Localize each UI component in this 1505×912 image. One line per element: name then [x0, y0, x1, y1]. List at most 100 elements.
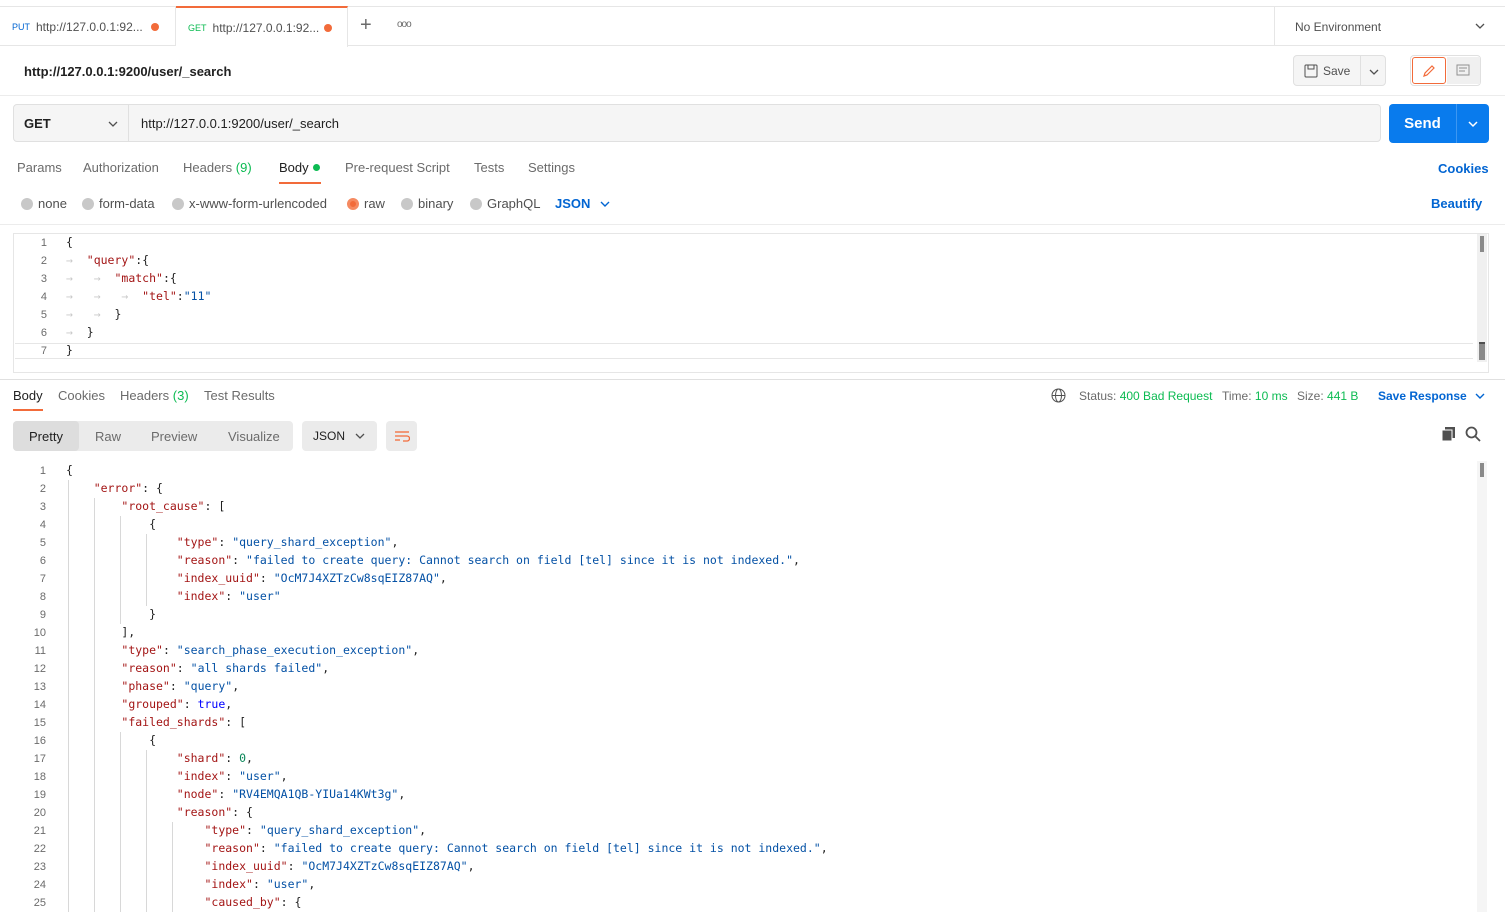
- radio-binary[interactable]: binary: [401, 196, 453, 211]
- line-number: 1: [40, 237, 47, 249]
- time-label: Time:: [1222, 389, 1252, 403]
- line-number: 23: [33, 861, 46, 873]
- chevron-down-icon: [1468, 120, 1478, 127]
- cookies-link[interactable]: Cookies: [1438, 161, 1489, 176]
- radio-label: none: [38, 196, 67, 211]
- line-number: 8: [39, 591, 46, 603]
- tab-body[interactable]: Body: [279, 160, 320, 175]
- more-tabs-icon[interactable]: ooo: [397, 19, 412, 30]
- environment-select[interactable]: No Environment: [1274, 7, 1505, 46]
- edit-mode-button[interactable]: [1412, 57, 1446, 84]
- chevron-down-icon: [1475, 393, 1485, 399]
- copy-icon[interactable]: [1441, 426, 1456, 442]
- save-button[interactable]: Save: [1293, 55, 1386, 86]
- mode-toggle: [1410, 55, 1481, 86]
- radio-form-data[interactable]: form-data: [82, 196, 155, 211]
- url-input[interactable]: [141, 105, 1341, 141]
- scroll-thumb[interactable]: [1480, 236, 1484, 252]
- radio-x-www-form-urlencoded[interactable]: x-www-form-urlencoded: [172, 196, 327, 211]
- radio-raw[interactable]: raw: [347, 196, 385, 211]
- tab-tests[interactable]: Tests: [474, 160, 504, 175]
- size-value: 441 B: [1327, 389, 1359, 403]
- code-line: → → }: [66, 307, 122, 321]
- view-visualize[interactable]: Visualize: [228, 421, 280, 451]
- tab-method: PUT: [12, 21, 30, 32]
- chevron-down-icon: [1369, 69, 1379, 75]
- view-raw[interactable]: Raw: [95, 421, 121, 451]
- response-tab-headers[interactable]: Headers (3): [120, 388, 189, 403]
- new-tab-button[interactable]: +: [360, 15, 372, 35]
- request-body-editor[interactable]: [13, 233, 1489, 373]
- code-line: "type": "query_shard_exception",: [204, 823, 427, 837]
- response-format-select[interactable]: JSON: [302, 421, 377, 451]
- line-number: 15: [33, 717, 46, 729]
- code-line: "type": "query_shard_exception",: [176, 535, 399, 549]
- tab-authorization[interactable]: Authorization: [83, 160, 159, 175]
- response-scrollbar[interactable]: [1477, 461, 1487, 912]
- line-number: 4: [39, 519, 46, 531]
- tab-headers[interactable]: Headers (9): [183, 160, 252, 175]
- response-tab-test-results[interactable]: Test Results: [204, 388, 275, 403]
- line-number: 7: [40, 345, 47, 357]
- radio-label: GraphQL: [487, 196, 541, 211]
- request-tab-put[interactable]: PUT http://127.0.0.1:92...: [0, 7, 176, 46]
- status-text[interactable]: Status: 400 Bad Request: [1079, 389, 1212, 403]
- size-text[interactable]: Size: 441 B: [1297, 389, 1358, 403]
- line-number: 12: [33, 663, 46, 675]
- tab-pre-request-script[interactable]: Pre-request Script: [345, 160, 450, 175]
- view-pretty[interactable]: Pretty: [13, 421, 79, 451]
- tab-settings[interactable]: Settings: [528, 160, 575, 175]
- divider: [1360, 56, 1361, 85]
- code-line: {: [66, 733, 157, 747]
- search-icon[interactable]: [1465, 426, 1481, 442]
- status-label: Status:: [1079, 389, 1117, 403]
- status-value: 400 Bad Request: [1119, 389, 1213, 403]
- radio-none[interactable]: none: [21, 196, 67, 211]
- send-label: Send: [1404, 115, 1441, 132]
- environment-label: No Environment: [1295, 19, 1382, 34]
- tab-params[interactable]: Params: [17, 160, 62, 175]
- editor-scrollbar[interactable]: [1477, 234, 1487, 362]
- line-number: 5: [40, 309, 47, 321]
- pencil-icon: [1423, 65, 1435, 77]
- line-number: 6: [40, 327, 47, 339]
- line-number: 3: [40, 273, 47, 285]
- line-number: 4: [40, 291, 47, 303]
- code-line: {: [66, 517, 157, 531]
- scroll-thumb[interactable]: [1480, 463, 1484, 477]
- line-number: 14: [33, 699, 46, 711]
- response-tab-body[interactable]: Body: [13, 388, 43, 403]
- radio-circle: [82, 197, 94, 210]
- request-tab-get[interactable]: GET http://127.0.0.1:92...: [176, 6, 348, 47]
- tab-body-label: Body: [279, 160, 309, 175]
- beautify-link[interactable]: Beautify: [1431, 196, 1482, 211]
- divider: [0, 224, 1505, 225]
- code-line: ],: [66, 625, 136, 639]
- wrap-lines-icon: [394, 431, 410, 442]
- radio-circle: [172, 197, 184, 210]
- tab-label: Headers: [120, 388, 170, 403]
- chevron-down-icon: [1475, 23, 1485, 29]
- radio-label: form-data: [99, 196, 155, 211]
- active-line-highlight: [15, 343, 1473, 359]
- wrap-lines-button[interactable]: [386, 421, 417, 451]
- response-tab-cookies[interactable]: Cookies: [58, 388, 105, 403]
- code-line: "reason": "all shards failed",: [121, 661, 330, 675]
- radio-graphql[interactable]: GraphQL: [470, 196, 540, 211]
- save-icon: [1304, 64, 1318, 78]
- tab-method: GET: [188, 22, 207, 33]
- save-label: Save: [1323, 64, 1351, 78]
- method-select[interactable]: GET: [14, 105, 129, 141]
- chevron-down-icon: [600, 201, 610, 207]
- send-button[interactable]: Send: [1389, 104, 1489, 143]
- line-number: 24: [33, 879, 46, 891]
- line-number: 25: [33, 897, 46, 909]
- view-preview[interactable]: Preview: [151, 421, 197, 451]
- time-text[interactable]: Time: 10 ms: [1222, 389, 1288, 403]
- globe-icon[interactable]: [1051, 388, 1066, 403]
- comments-button[interactable]: [1447, 57, 1480, 84]
- send-options-button[interactable]: [1456, 104, 1489, 143]
- save-response-label: Save Response: [1378, 389, 1467, 403]
- save-response-button[interactable]: Save Response: [1378, 389, 1485, 403]
- body-format-select[interactable]: JSON: [555, 196, 610, 211]
